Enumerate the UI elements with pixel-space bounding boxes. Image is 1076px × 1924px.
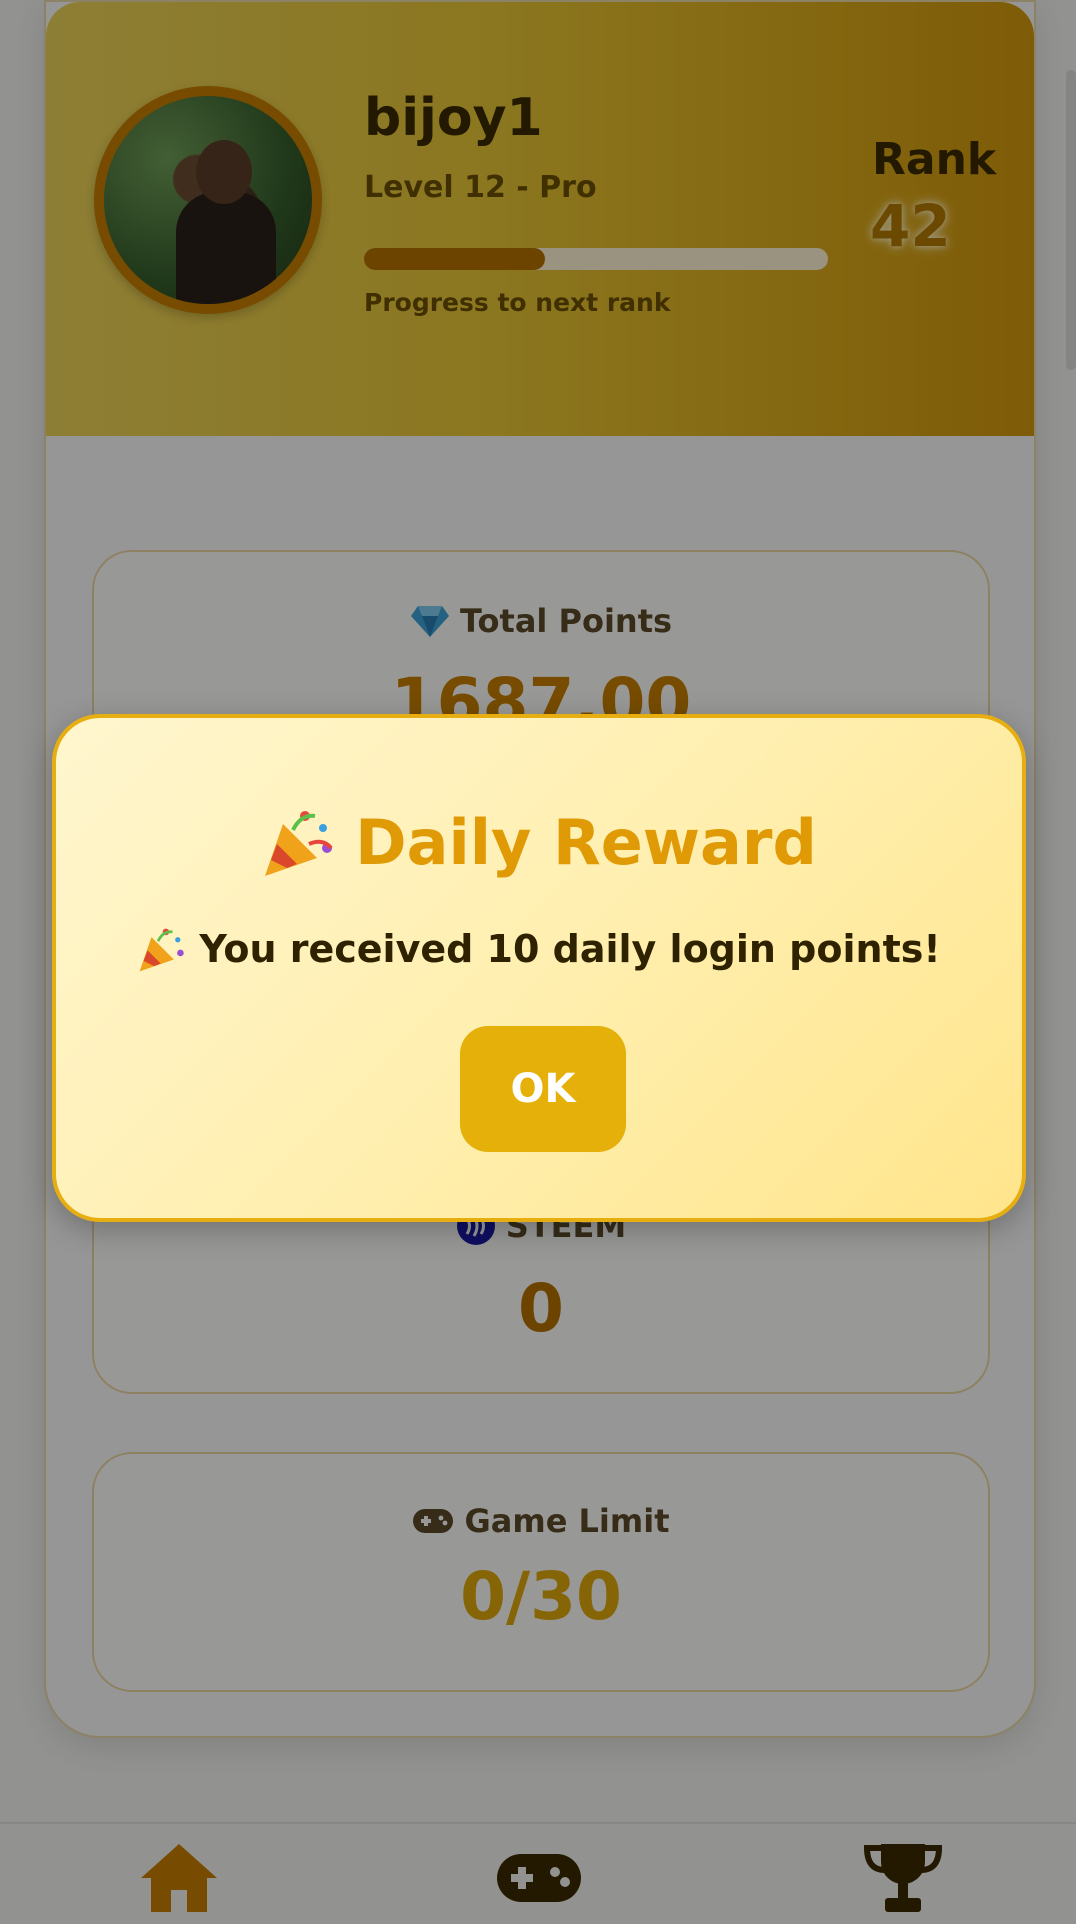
daily-reward-dialog: Daily Reward You received 10 daily login… bbox=[52, 714, 1026, 1222]
dialog-title-text: Daily Reward bbox=[355, 805, 817, 879]
ok-button[interactable]: OK bbox=[460, 1026, 626, 1152]
party-popper-icon bbox=[265, 811, 333, 876]
dialog-title: Daily Reward bbox=[56, 804, 1022, 880]
party-popper-icon bbox=[139, 928, 185, 972]
dialog-message: You received 10 daily login points! bbox=[56, 924, 1022, 974]
dialog-message-text: You received 10 daily login points! bbox=[199, 927, 941, 971]
